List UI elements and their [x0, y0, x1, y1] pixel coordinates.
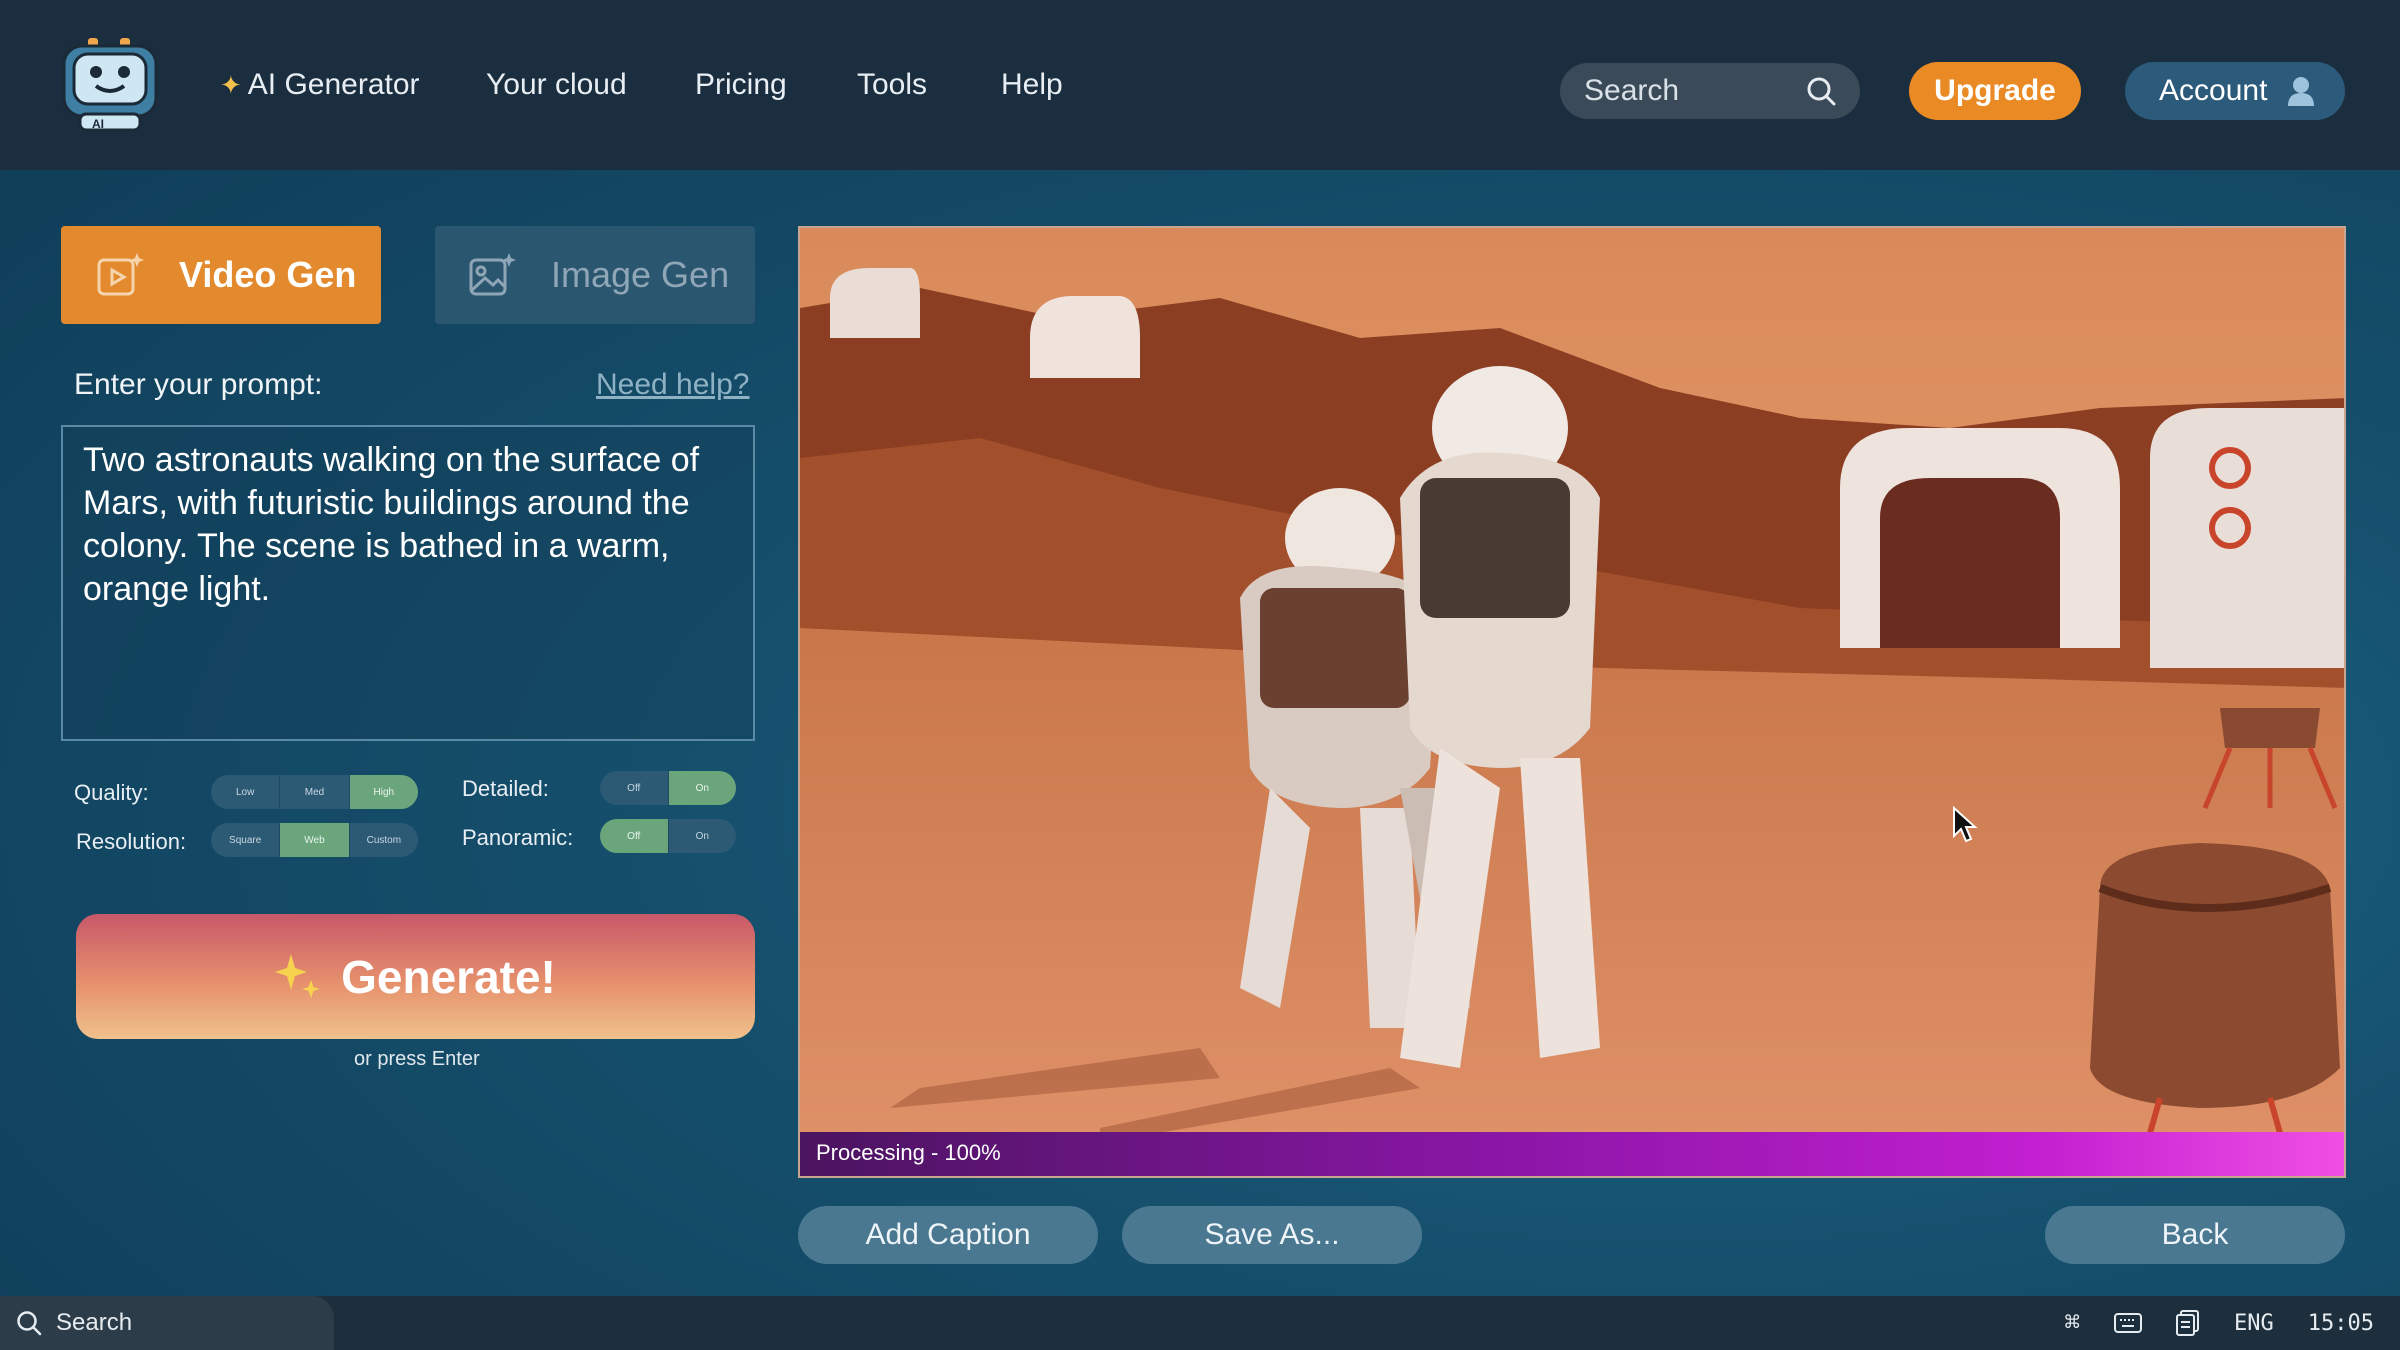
mars-astronauts-scene [800, 228, 2344, 1176]
quality-low[interactable]: Low [211, 775, 281, 809]
clipboard-icon[interactable] [2176, 1310, 2200, 1336]
resolution-selector[interactable]: Square Web Custom [211, 823, 418, 857]
command-icon[interactable]: ⌘ [2064, 1308, 2080, 1338]
prompt-label: Enter your prompt: [74, 368, 323, 401]
need-help-link[interactable]: Need help? [596, 368, 749, 402]
quality-selector[interactable]: Low Med High [211, 775, 418, 809]
save-as-button[interactable]: Save As... [1122, 1206, 1422, 1264]
video-preview[interactable]: Processing - 100% [798, 226, 2346, 1178]
nav-tools[interactable]: Tools [857, 68, 927, 102]
search-placeholder: Search [1584, 74, 1680, 107]
robot-logo-icon[interactable]: AI [58, 34, 162, 134]
add-caption-button[interactable]: Add Caption [798, 1206, 1098, 1264]
account-button[interactable]: Account [2125, 62, 2345, 120]
clock[interactable]: 15:05 [2308, 1311, 2374, 1336]
mouse-cursor-icon [1953, 806, 1978, 843]
quality-med[interactable]: Med [280, 775, 350, 809]
search-input[interactable]: Search [1560, 63, 1860, 119]
nav-ai-generator[interactable]: ✦ AI Generator [220, 68, 420, 102]
keyboard-icon[interactable] [2114, 1313, 2143, 1333]
detailed-off[interactable]: Off [600, 771, 669, 805]
progress-bar: Processing - 100% [800, 1132, 2344, 1176]
os-taskbar: Search ⌘ ENG 15:05 [0, 1296, 2400, 1350]
sparkle-icon: ✦ [220, 70, 242, 100]
svg-text:AI: AI [92, 117, 104, 131]
resolution-label: Resolution: [76, 829, 187, 854]
panoramic-toggle[interactable]: Off On [600, 819, 736, 853]
panoramic-label: Panoramic: [462, 825, 574, 850]
generate-button[interactable]: Generate! [76, 914, 755, 1039]
detailed-on[interactable]: On [668, 771, 736, 805]
upgrade-button[interactable]: Upgrade [1909, 62, 2081, 120]
sparkle-icon [275, 953, 321, 998]
search-icon [17, 1311, 42, 1336]
nav-help[interactable]: Help [1001, 68, 1063, 102]
top-navigation-bar: AI ✦ AI Generator Your cloud Pricing Tool… [0, 0, 2400, 170]
account-label: Account [2159, 74, 2268, 107]
nav-ai-generator-label: AI Generator [247, 68, 420, 101]
tab-video-gen-label: Video Gen [179, 254, 357, 295]
search-icon [1807, 77, 1836, 106]
detailed-toggle[interactable]: Off On [600, 771, 736, 805]
video-sparkle-icon [97, 253, 144, 296]
prompt-textarea[interactable]: Two astronauts walking on the surface of… [61, 425, 755, 741]
quality-label: Quality: [74, 780, 149, 805]
panoramic-off[interactable]: Off [600, 819, 669, 853]
tab-image-gen[interactable]: Image Gen [435, 226, 755, 324]
user-icon [2288, 77, 2315, 106]
image-sparkle-icon [469, 253, 516, 296]
progress-status-text: Processing - 100% [816, 1140, 1001, 1165]
tab-image-gen-label: Image Gen [551, 254, 730, 295]
quality-high[interactable]: High [349, 775, 418, 809]
generate-hint: or press Enter [354, 1048, 480, 1070]
nav-pricing[interactable]: Pricing [695, 68, 787, 102]
back-button[interactable]: Back [2045, 1206, 2345, 1264]
resolution-square[interactable]: Square [211, 823, 281, 857]
resolution-custom[interactable]: Custom [350, 823, 418, 857]
system-tray: ⌘ ENG 15:05 [2064, 1296, 2374, 1350]
language-indicator[interactable]: ENG [2234, 1311, 2274, 1336]
resolution-web[interactable]: Web [280, 823, 350, 857]
tab-video-gen[interactable]: Video Gen [61, 226, 381, 324]
panoramic-on[interactable]: On [669, 819, 737, 853]
taskbar-search[interactable]: Search [0, 1296, 334, 1350]
nav-your-cloud[interactable]: Your cloud [486, 68, 627, 102]
detailed-label: Detailed: [462, 776, 549, 801]
generate-label: Generate! [341, 950, 556, 1003]
taskbar-search-label: Search [56, 1309, 133, 1336]
